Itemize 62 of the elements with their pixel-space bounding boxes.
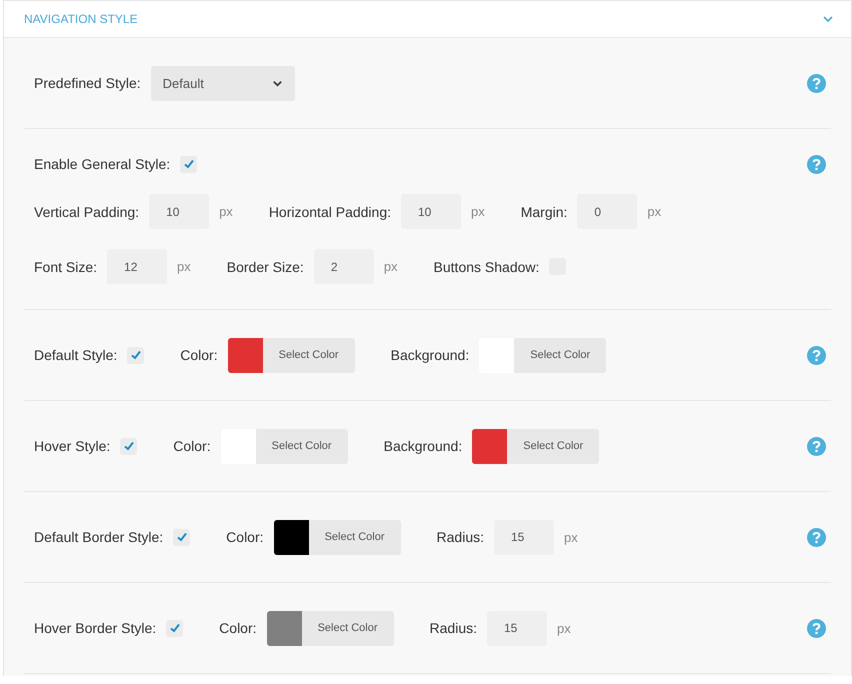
- help-icon[interactable]: [807, 74, 826, 92]
- help-icon[interactable]: [807, 154, 826, 174]
- field-label: Background:: [390, 347, 470, 363]
- field-label: Margin:: [520, 204, 568, 220]
- number-field[interactable]: 10: [401, 194, 461, 229]
- field-label: Color:: [180, 347, 218, 363]
- checkbox[interactable]: [120, 438, 138, 454]
- field-label: Default Border Style:: [34, 529, 164, 545]
- field-label: Enable General Style:: [34, 156, 170, 172]
- field-label: Buttons Shadow:: [434, 258, 540, 274]
- field-label: Vertical Padding:: [34, 204, 140, 220]
- help-icon[interactable]: [807, 618, 826, 638]
- field-label: Predefined Style:: [34, 75, 141, 91]
- select-color-button[interactable]: Select Color: [507, 428, 600, 464]
- color-swatch[interactable]: [228, 338, 263, 372]
- check-icon: [130, 349, 142, 361]
- field-label: Color:: [173, 438, 211, 454]
- unit-label: px: [647, 204, 662, 219]
- check-icon: [122, 440, 135, 452]
- select-color-button[interactable]: Select Color: [262, 338, 355, 372]
- color-swatch[interactable]: [472, 428, 508, 464]
- field-label: Default Style:: [34, 347, 118, 363]
- check-icon: [176, 531, 188, 543]
- number-field[interactable]: 15: [487, 610, 547, 646]
- unit-label: px: [564, 530, 578, 544]
- field-label: Radius:: [436, 529, 484, 545]
- select-color-button[interactable]: Select Color: [256, 428, 348, 464]
- unit-label: px: [219, 204, 233, 219]
- checkbox[interactable]: [127, 346, 144, 364]
- field-label: Font Size:: [34, 258, 98, 274]
- checkbox[interactable]: [180, 156, 198, 172]
- help-icon[interactable]: [807, 436, 826, 456]
- help-icon[interactable]: [807, 528, 826, 546]
- color-swatch[interactable]: [274, 520, 309, 554]
- unit-label: px: [471, 204, 485, 219]
- field-label: Background:: [384, 438, 462, 454]
- field-label: Hover Border Style:: [34, 620, 156, 636]
- check-icon: [182, 158, 195, 170]
- color-swatch[interactable]: [266, 610, 302, 646]
- field-label: Hover Style:: [34, 438, 110, 454]
- style-dropdown[interactable]: Default: [150, 66, 295, 100]
- field-label: Color:: [226, 529, 264, 545]
- help-icon[interactable]: [807, 346, 826, 364]
- select-color-button[interactable]: Select Color: [302, 610, 394, 646]
- number-field[interactable]: 2: [314, 249, 374, 284]
- unit-label: px: [384, 259, 398, 274]
- number-field[interactable]: 0: [577, 194, 638, 229]
- panel-title: NAVIGATION STYLE: [24, 12, 138, 26]
- field-label: Border Size:: [226, 258, 304, 274]
- check-icon: [168, 622, 181, 634]
- number-field[interactable]: 10: [149, 194, 210, 229]
- unit-label: px: [557, 620, 571, 636]
- unit-label: px: [177, 259, 191, 274]
- field-label: Horizontal Padding:: [268, 204, 391, 220]
- select-color-button[interactable]: Select Color: [308, 520, 401, 554]
- number-field[interactable]: 12: [107, 249, 168, 284]
- checkbox[interactable]: [166, 620, 184, 636]
- number-field[interactable]: 15: [494, 520, 554, 554]
- field-label: Radius:: [430, 620, 477, 636]
- checkbox[interactable]: [173, 528, 190, 546]
- field-label: Color:: [219, 620, 257, 636]
- select-color-button[interactable]: Select Color: [514, 338, 606, 372]
